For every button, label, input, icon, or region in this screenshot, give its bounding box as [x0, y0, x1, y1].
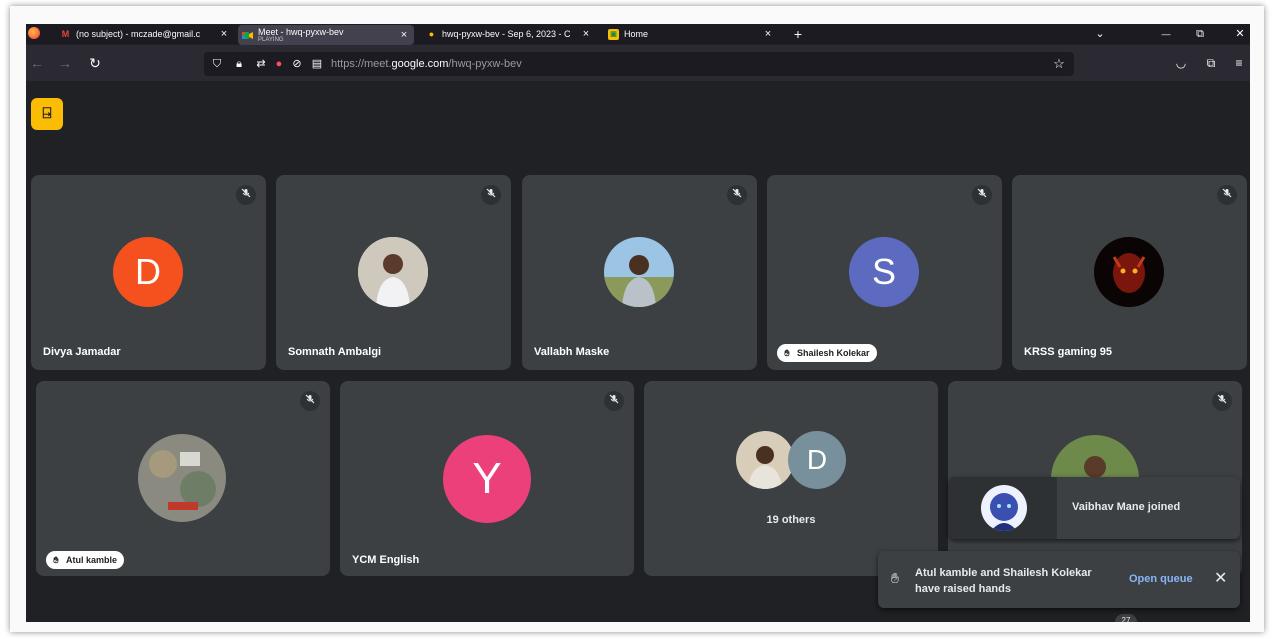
tab-playing-label: PLAYING [258, 36, 284, 43]
extensions-icon[interactable]: ⧉ [1202, 54, 1220, 72]
hand-icon: ✋︎ [891, 570, 899, 586]
raised-hands-line1: Atul kamble and Shailesh Kolekar [915, 567, 1092, 579]
raised-hands-notification: ✋︎ Atul kamble and Shailesh Kolekar have… [878, 551, 1240, 608]
participant-name: Atul kamble [66, 555, 118, 565]
avatar: D [113, 237, 183, 307]
others-tile[interactable]: D 19 others [644, 381, 938, 576]
thumb-icon: ● [428, 29, 435, 39]
raised-hand-badge: ✋︎ Atul kamble [46, 551, 125, 569]
firefox-menu-icon[interactable] [28, 27, 40, 39]
shield-icon[interactable]: ⛉ [210, 56, 224, 72]
permissions-icon[interactable]: ⇄ [254, 56, 268, 72]
mic-off-icon [972, 185, 992, 205]
tab-strip: M (no subject) - mczade@gmail.c × Meet -… [26, 24, 1250, 45]
participant-name: YCM English [352, 554, 420, 566]
participant-tile[interactable]: Y YCM English [340, 381, 634, 576]
url-domain: google.com [391, 58, 449, 70]
url-path: /hwq-pyxw-bev [448, 58, 522, 70]
pocket-icon[interactable]: ◡ [1172, 54, 1190, 72]
avatar: S [849, 237, 919, 307]
join-thumbnail [949, 477, 1057, 539]
door-exit-icon[interactable]: ⍈ [31, 98, 63, 130]
avatar-photo [358, 237, 428, 307]
participant-tile[interactable]: KRSS gaming 95 [1012, 175, 1247, 370]
tab-title-text: Meet - hwq-pyxw-bev [258, 27, 344, 37]
tab-close-icon[interactable]: × [580, 28, 592, 40]
mic-off-icon [727, 185, 747, 205]
avatar-photo [736, 431, 794, 489]
open-queue-button[interactable]: Open queue [1129, 573, 1193, 585]
others-count: 19 others [766, 514, 816, 526]
participant-tile[interactable]: Vallabh Maske [522, 175, 757, 370]
participant-name: Divya Jamadar [43, 346, 121, 358]
tab-title: hwq-pyxw-bev - Sep 6, 2023 - C [442, 29, 571, 39]
reload-button[interactable]: ↻ [86, 54, 104, 72]
mic-off-icon [1212, 391, 1232, 411]
list-all-tabs-icon[interactable]: ⌄ [1092, 24, 1108, 44]
participant-name: Shailesh Kolekar [797, 348, 870, 358]
participant-tile[interactable]: ✋︎ Atul kamble [36, 381, 330, 576]
classroom-icon: ▣ [608, 28, 619, 40]
participant-tile[interactable]: S ✋︎ Shailesh Kolekar [767, 175, 1002, 370]
close-icon[interactable]: ✕ [1214, 571, 1227, 587]
new-tab-button[interactable]: + [790, 24, 806, 44]
meet-stage: ⍈ D Divya Jamadar Somnath Ambalgi Vallab… [26, 81, 1250, 622]
hand-icon: ✋︎ [53, 555, 59, 565]
meet-icon [242, 30, 253, 41]
avatar-photo [138, 434, 226, 522]
mic-off-icon [236, 185, 256, 205]
back-button[interactable]: ← [28, 54, 46, 72]
raised-hand-badge: ✋︎ Shailesh Kolekar [777, 344, 877, 362]
tab-title: Home [624, 29, 649, 39]
tab-close-icon[interactable]: × [762, 28, 774, 40]
reader-view-icon[interactable]: ▤ [310, 56, 324, 72]
participant-name: Vallabh Maske [534, 346, 610, 358]
url-prefix: https://meet. [331, 58, 392, 70]
avatar: D [788, 431, 846, 489]
raised-hands-message: Atul kamble and Shailesh Kolekar have ra… [915, 565, 1092, 597]
tab-title: Meet - hwq-pyxw-bev PLAYING [258, 28, 398, 43]
participant-name: Somnath Ambalgi [288, 346, 382, 358]
tab-recording[interactable]: ● hwq-pyxw-bev - Sep 6, 2023 - C × [426, 24, 592, 44]
participant-name: KRSS gaming 95 [1024, 346, 1113, 358]
hand-icon: ✋︎ [784, 348, 790, 358]
join-message: Vaibhav Mane joined [1072, 501, 1181, 513]
mic-off-icon [604, 391, 624, 411]
avatar: Y [443, 435, 531, 523]
gmail-icon: M [61, 29, 70, 39]
mic-off-icon [1217, 185, 1237, 205]
tab-close-icon[interactable]: × [218, 28, 230, 40]
avatar-photo [981, 485, 1027, 531]
tab-home[interactable]: ▣ Home × [608, 24, 774, 44]
tab-gmail[interactable]: M (no subject) - mczade@gmail.c × [60, 24, 230, 44]
raised-hands-line2: have raised hands [915, 583, 1011, 595]
tab-title: (no subject) - mczade@gmail.c [76, 29, 201, 39]
window-close-button[interactable]: ✕ [1232, 24, 1248, 44]
bookmark-star-icon[interactable]: ☆ [1052, 56, 1066, 72]
mic-off-icon [300, 391, 320, 411]
address-bar[interactable]: ⛉ 🔒︎ ⇄ ● ⊘ ▤ https://meet.google.com/hwq… [204, 52, 1074, 76]
menu-icon[interactable]: ≡ [1230, 54, 1248, 72]
camera-blocked-icon[interactable]: ⊘ [290, 56, 304, 72]
navigation-bar: ← → ↻ ⛉ 🔒︎ ⇄ ● ⊘ ▤ https://meet.google.c… [26, 45, 1250, 81]
tab-meet[interactable]: Meet - hwq-pyxw-bev PLAYING × [238, 25, 414, 45]
mic-off-icon [481, 185, 501, 205]
restore-button[interactable]: ⧉ [1192, 24, 1208, 44]
participant-count-badge: 27 [1115, 614, 1137, 622]
tab-close-icon[interactable]: × [398, 29, 410, 41]
join-notification: Vaibhav Mane joined [949, 477, 1240, 539]
url-text[interactable]: https://meet.google.com/hwq-pyxw-bev [331, 56, 522, 72]
forward-button[interactable]: → [56, 54, 74, 72]
microphone-icon[interactable]: ● [272, 56, 286, 72]
minimize-button[interactable]: — [1158, 24, 1174, 44]
participant-tile[interactable]: Somnath Ambalgi [276, 175, 511, 370]
lock-icon[interactable]: 🔒︎ [232, 56, 246, 72]
avatar-photo [1094, 237, 1164, 307]
avatar-photo [604, 237, 674, 307]
participant-tile[interactable]: D Divya Jamadar [31, 175, 266, 370]
browser-window: M (no subject) - mczade@gmail.c × Meet -… [26, 24, 1250, 622]
